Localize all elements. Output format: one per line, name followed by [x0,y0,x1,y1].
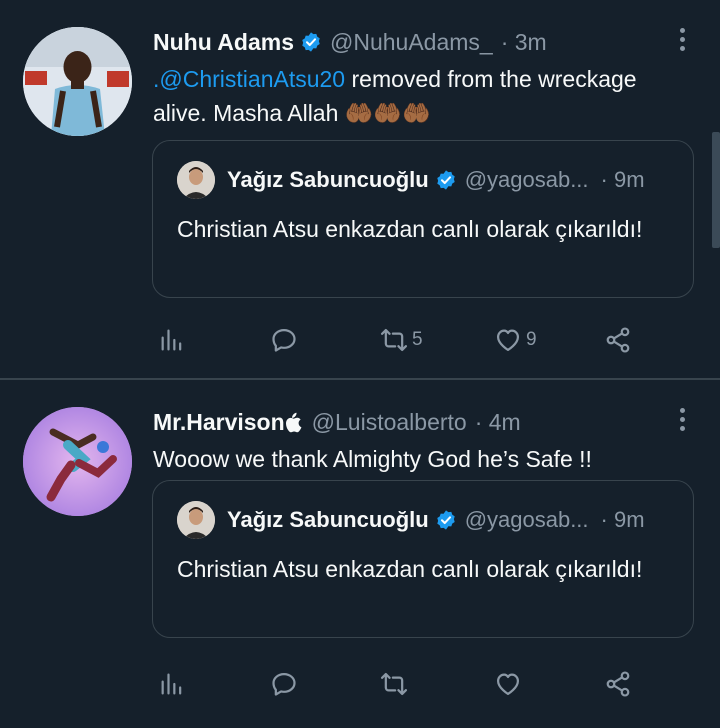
quoted-avatar[interactable] [177,161,215,199]
quoted-tweet-text: Christian Atsu enkazdan canlı olarak çık… [177,216,643,242]
scrollbar[interactable] [712,132,720,248]
reply-button[interactable] [270,666,298,702]
like-count: 9 [526,329,537,350]
views-button[interactable] [158,666,186,702]
heart-icon [494,670,522,698]
like-button[interactable] [494,666,522,702]
quoted-author-name[interactable]: Yağız Sabuncuoğlu [227,507,429,533]
apple-icon [285,412,302,433]
share-icon [604,326,632,354]
quoted-tweet[interactable]: Yağız Sabuncuoğlu @yagosab... · 9m Chris… [152,140,694,298]
tweet-actions: 5 9 [152,322,652,358]
tweet-actions [152,666,652,702]
reply-icon [270,670,298,698]
share-button[interactable] [604,666,632,702]
tweet-time[interactable]: · 3m [501,29,547,56]
avatar[interactable] [23,407,132,516]
author-name[interactable]: Mr.Harvison [153,409,285,436]
views-button[interactable] [158,322,186,358]
share-icon [604,670,632,698]
share-button[interactable] [604,322,632,358]
tweet-time[interactable]: · 4m [475,409,521,436]
quoted-avatar[interactable] [177,501,215,539]
author-handle[interactable]: @Luistoalberto [312,409,467,436]
retweet-button[interactable] [380,666,408,702]
quoted-author-handle[interactable]: @yagosab... [465,167,589,193]
quoted-tweet-time[interactable]: · 9m [601,167,645,193]
analytics-icon [158,326,186,354]
quoted-tweet[interactable]: Yağız Sabuncuoğlu @yagosab... · 9m Chris… [152,480,694,638]
retweet-button[interactable]: 5 [380,322,423,358]
tweet-text: Wooow we thank Almighty God he’s Safe !! [153,446,592,472]
retweet-icon [380,670,408,698]
analytics-icon [158,670,186,698]
verified-badge-icon [435,509,457,531]
more-options-icon[interactable] [678,408,686,432]
tweet-text: .@ChristianAtsu20 removed from the wreck… [153,62,693,130]
heart-icon [494,326,522,354]
retweet-icon [380,326,408,354]
mention-link[interactable]: .@ChristianAtsu20 [153,66,345,92]
author-name[interactable]: Nuhu Adams [153,29,294,56]
tweet[interactable]: Mr.Harvison @Luistoalberto · 4m Wooow we… [0,380,720,728]
quoted-tweet-text: Christian Atsu enkazdan canlı olarak çık… [177,556,643,582]
retweet-count: 5 [412,329,423,350]
reply-icon [270,326,298,354]
tweet[interactable]: Nuhu Adams @NuhuAdams_ · 3m .@ChristianA… [0,0,720,378]
like-button[interactable]: 9 [494,322,537,358]
verified-badge-icon [300,31,322,53]
quoted-author-name[interactable]: Yağız Sabuncuoğlu [227,167,429,193]
quoted-tweet-time[interactable]: · 9m [601,507,645,533]
reply-button[interactable] [270,322,298,358]
author-handle[interactable]: @NuhuAdams_ [330,29,493,56]
quoted-author-handle[interactable]: @yagosab... [465,507,589,533]
verified-badge-icon [435,169,457,191]
more-options-icon[interactable] [678,28,686,52]
avatar[interactable] [23,27,132,136]
